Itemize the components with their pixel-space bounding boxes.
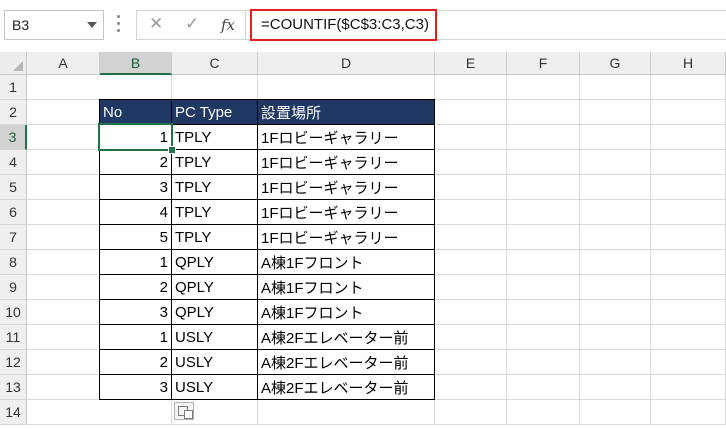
cell-pc-type[interactable]: QPLY <box>172 275 258 300</box>
column-header-a[interactable]: A <box>27 52 100 75</box>
name-box-value: B3 <box>12 17 30 33</box>
formula-buttons: ✕ ✓ fx <box>136 10 246 40</box>
row-header-5[interactable]: 5 <box>0 175 27 200</box>
row-header-8[interactable]: 8 <box>0 250 27 275</box>
cancel-icon[interactable]: ✕ <box>149 14 163 34</box>
cell-location[interactable]: A棟2Fエレベーター前 <box>258 350 435 375</box>
cell-no[interactable]: 5 <box>100 225 172 250</box>
cell-pc-type[interactable]: TPLY <box>172 150 258 175</box>
table-header-location[interactable]: 設置場所 <box>258 100 435 125</box>
cell-pc-type[interactable]: USLY <box>172 350 258 375</box>
cell-location[interactable]: 1Fロビーギャラリー <box>258 175 435 200</box>
row-header-13[interactable]: 13 <box>0 375 27 400</box>
row-header-1[interactable]: 1 <box>0 75 27 100</box>
cell-no[interactable]: 1 <box>100 250 172 275</box>
gridline-col <box>650 75 651 425</box>
table-header-pc-type[interactable]: PC Type <box>172 100 258 125</box>
row-header-9[interactable]: 9 <box>0 275 27 300</box>
column-header-d[interactable]: D <box>258 52 435 75</box>
chevron-down-icon[interactable] <box>87 22 97 28</box>
cell-no[interactable]: 4 <box>100 200 172 225</box>
row-header-12[interactable]: 12 <box>0 350 27 375</box>
gridline-row <box>27 424 726 425</box>
table-header-no[interactable]: No <box>100 100 172 125</box>
cell-pc-type[interactable]: TPLY <box>172 225 258 250</box>
cell-location[interactable]: A棟1Fフロント <box>258 275 435 300</box>
cell-pc-type[interactable]: QPLY <box>172 300 258 325</box>
row-header-7[interactable]: 7 <box>0 225 27 250</box>
row-header-2[interactable]: 2 <box>0 100 27 125</box>
row-header-11[interactable]: 11 <box>0 325 27 350</box>
spreadsheet-grid[interactable]: A B C D E F G H 1 2 3 4 5 6 7 8 9 10 11 12 13 14 No PC Type 設置場所… <box>0 52 726 429</box>
cell-location[interactable]: A棟1Fフロント <box>258 250 435 275</box>
cell-pc-type[interactable]: TPLY <box>172 125 258 150</box>
cell-location[interactable]: 1Fロビーギャラリー <box>258 225 435 250</box>
cell-pc-type[interactable]: USLY <box>172 375 258 400</box>
cell-no[interactable]: 2 <box>100 150 172 175</box>
cell-location[interactable]: A棟2Fエレベーター前 <box>258 375 435 400</box>
row-header-10[interactable]: 10 <box>0 300 27 325</box>
column-header-g[interactable]: G <box>580 52 651 75</box>
column-header-e[interactable]: E <box>435 52 507 75</box>
column-header-h[interactable]: H <box>651 52 726 75</box>
cell-pc-type[interactable]: QPLY <box>172 250 258 275</box>
formula-bar: B3 ✕ ✓ fx =COUNTIF($C$3:C3,C3) <box>0 0 726 52</box>
cell-no[interactable]: 1 <box>100 325 172 350</box>
column-header-f[interactable]: F <box>507 52 580 75</box>
paste-plus-icon <box>184 410 193 419</box>
cell-location[interactable]: 1Fロビーギャラリー <box>258 150 435 175</box>
column-header-c[interactable]: C <box>172 52 258 75</box>
row-header-4[interactable]: 4 <box>0 150 27 175</box>
enter-icon[interactable]: ✓ <box>185 14 199 34</box>
row-header-14[interactable]: 14 <box>0 400 27 425</box>
active-cell-border <box>98 123 173 151</box>
row-header-6[interactable]: 6 <box>0 200 27 225</box>
cell-location[interactable]: 1Fロビーギャラリー <box>258 200 435 225</box>
insert-function-icon[interactable]: fx <box>221 16 235 34</box>
gridline-col <box>579 75 580 425</box>
cell-no[interactable]: 2 <box>100 275 172 300</box>
name-box[interactable]: B3 <box>4 10 104 40</box>
cell-pc-type[interactable]: TPLY <box>172 175 258 200</box>
cell-no[interactable]: 3 <box>100 375 172 400</box>
formula-text[interactable]: =COUNTIF($C$3:C3,C3) <box>261 16 429 33</box>
cell-pc-type[interactable]: USLY <box>172 325 258 350</box>
cell-location[interactable]: A棟2Fエレベーター前 <box>258 325 435 350</box>
more-options-icon[interactable] <box>117 15 121 35</box>
gridline-col <box>506 75 507 425</box>
fill-handle[interactable] <box>168 146 176 154</box>
column-header-b[interactable]: B <box>100 52 172 75</box>
paste-options-icon[interactable] <box>174 402 194 420</box>
cell-no[interactable]: 2 <box>100 350 172 375</box>
cell-no[interactable]: 3 <box>100 175 172 200</box>
cell-location[interactable]: A棟1Fフロント <box>258 300 435 325</box>
cell-location[interactable]: 1Fロビーギャラリー <box>258 125 435 150</box>
row-header-3[interactable]: 3 <box>0 125 27 150</box>
cell-no[interactable]: 3 <box>100 300 172 325</box>
select-all-button[interactable] <box>0 52 27 75</box>
cell-pc-type[interactable]: TPLY <box>172 200 258 225</box>
formula-highlight-box: =COUNTIF($C$3:C3,C3) <box>250 9 437 41</box>
